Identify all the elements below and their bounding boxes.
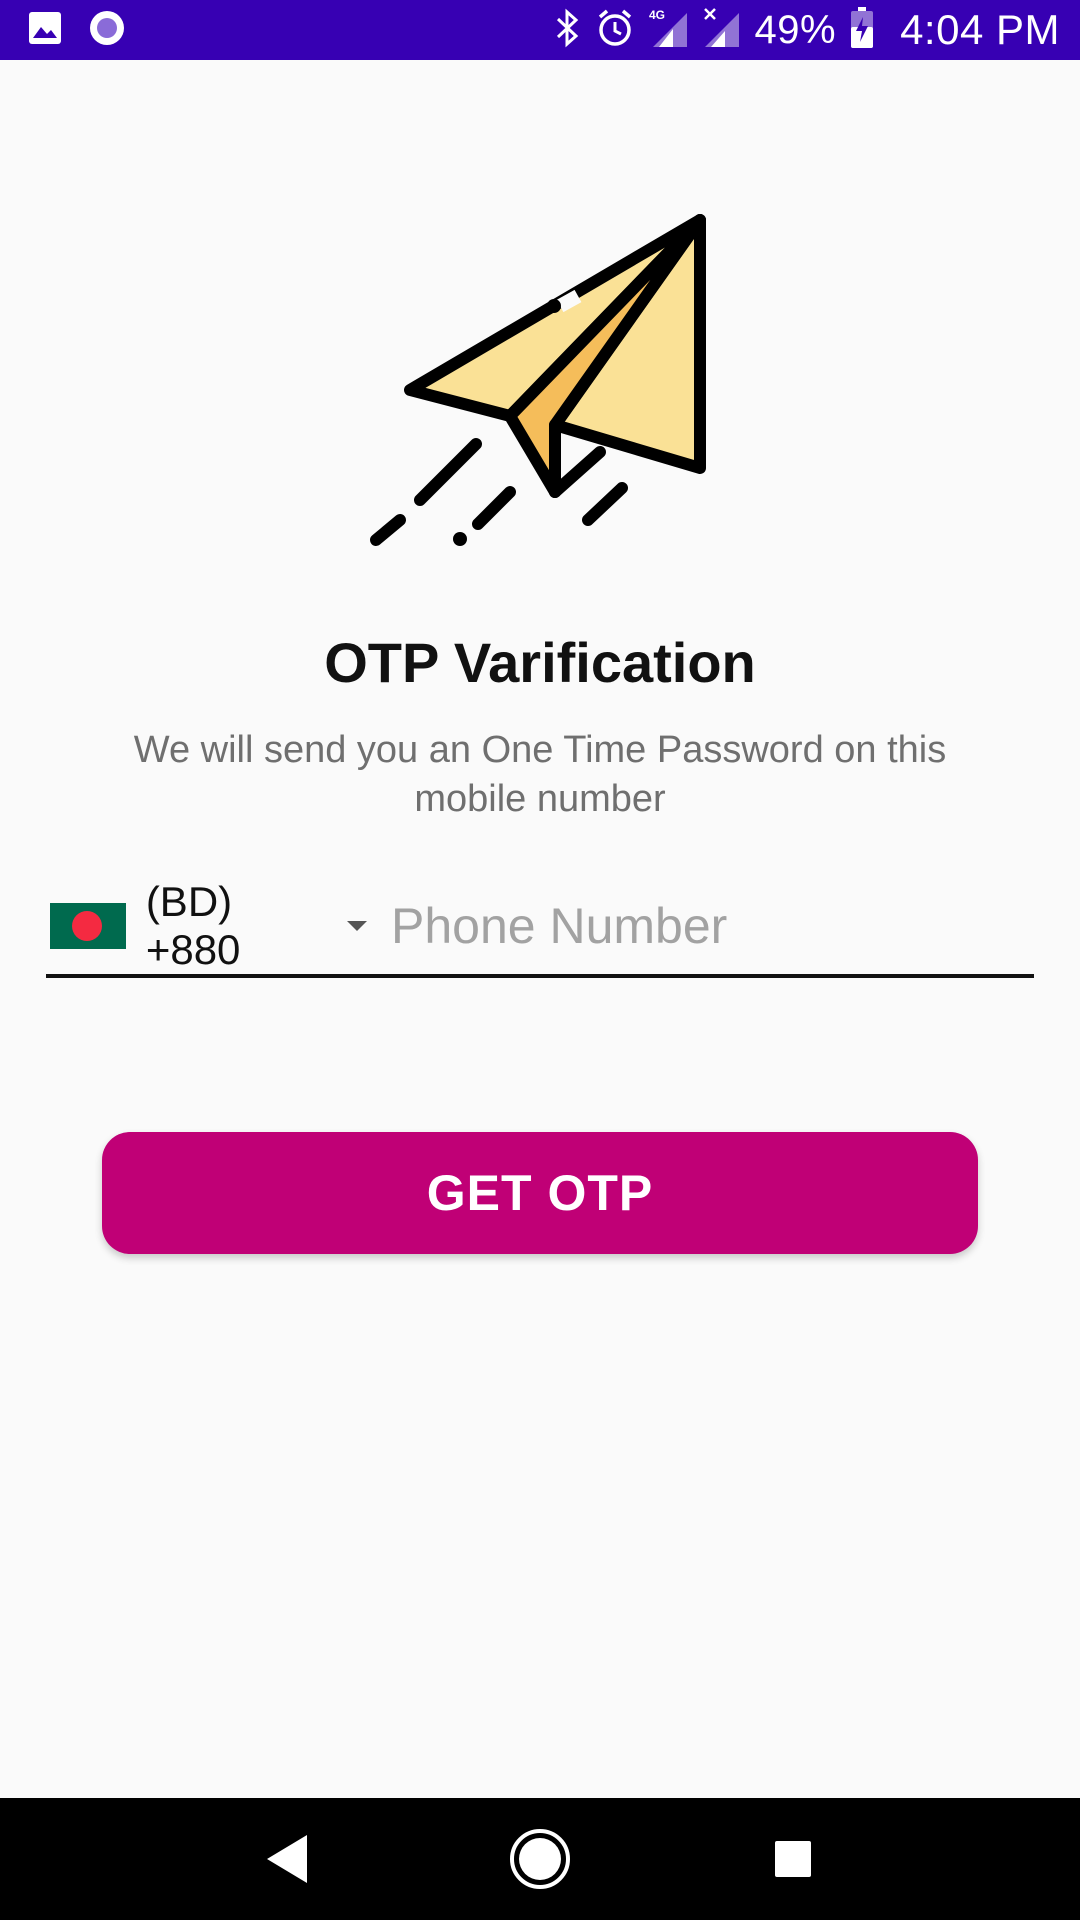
- bluetooth-icon: [555, 8, 581, 53]
- alarm-icon: [595, 8, 635, 53]
- home-icon[interactable]: [500, 1819, 580, 1899]
- signal-4g-icon: 4G: [649, 7, 689, 54]
- phone-input-row: (BD) +880: [46, 876, 1034, 976]
- recents-icon[interactable]: [753, 1819, 833, 1899]
- phone-number-input[interactable]: [391, 886, 1034, 966]
- back-icon[interactable]: [247, 1819, 327, 1899]
- status-bar: 4G 49% 4:04 PM: [0, 0, 1080, 60]
- otp-screen: 4G 49% 4:04 PM OTP Varification We will …: [0, 0, 1080, 1920]
- country-code-picker[interactable]: (BD) +880: [146, 878, 333, 974]
- signal-icon: [703, 7, 741, 54]
- svg-text:4G: 4G: [649, 8, 665, 22]
- chevron-down-icon[interactable]: [347, 921, 367, 931]
- clock: 4:04 PM: [900, 6, 1060, 53]
- bangladesh-flag-icon[interactable]: [50, 903, 126, 949]
- phone-input-underline: [46, 974, 1034, 978]
- battery-percent: 49%: [754, 7, 837, 52]
- circle-app-icon: [88, 9, 126, 52]
- image-icon: [28, 11, 62, 50]
- navigation-bar: [0, 1798, 1080, 1920]
- page-subtitle: We will send you an One Time Password on…: [133, 729, 947, 820]
- page-title: OTP Varification: [324, 631, 756, 694]
- paper-plane-icon: [360, 200, 720, 560]
- get-otp-button[interactable]: GET OTP: [102, 1132, 978, 1254]
- battery-icon: [850, 6, 874, 54]
